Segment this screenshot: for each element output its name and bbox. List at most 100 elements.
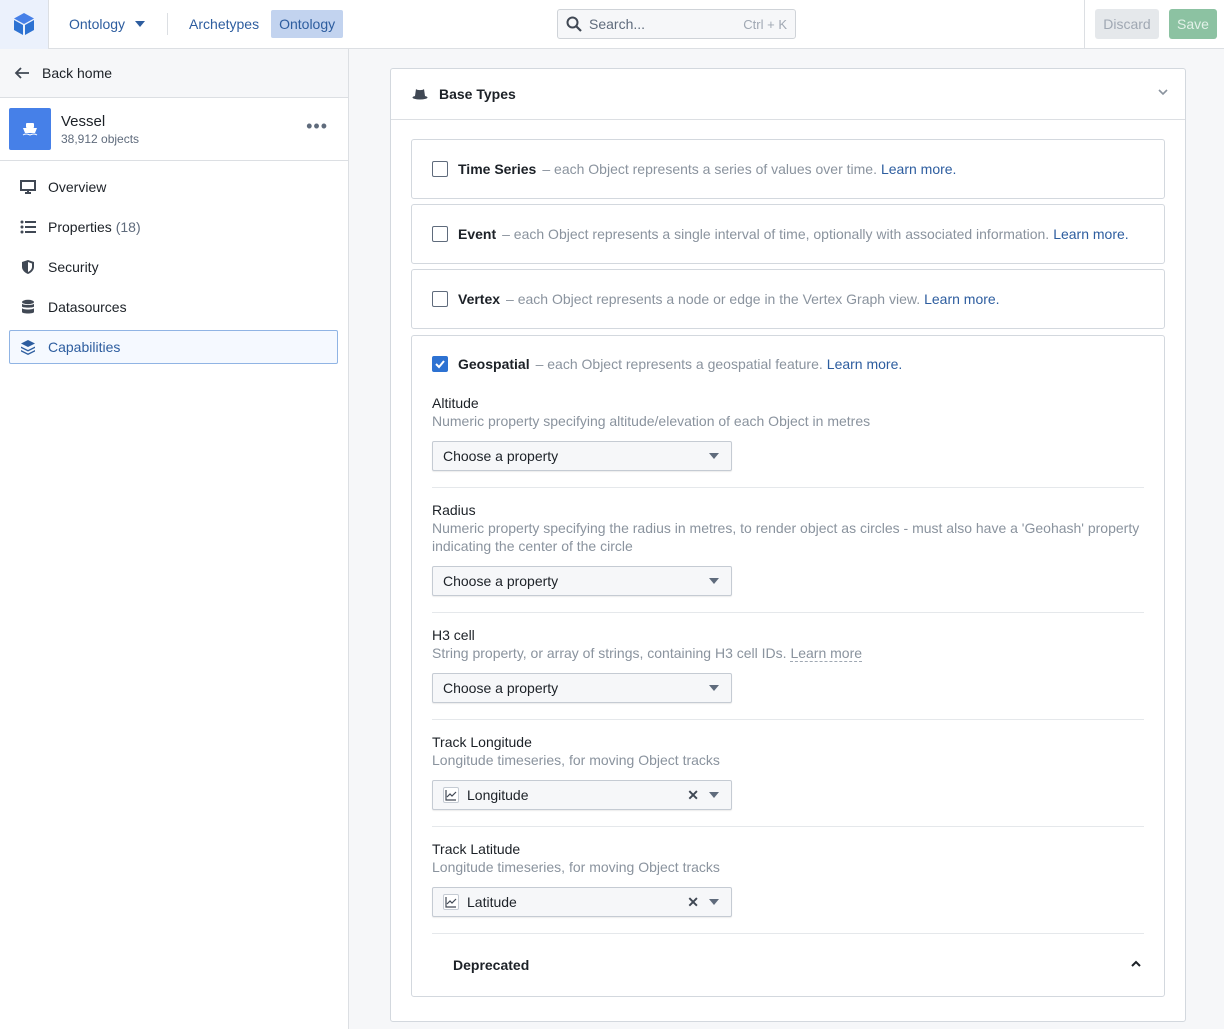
field-label: Altitude — [432, 395, 479, 411]
radius-select[interactable]: Choose a property — [432, 566, 732, 596]
caret-down-icon — [135, 21, 146, 27]
sidebar-item-overview[interactable]: Overview — [9, 170, 338, 204]
properties-count: (18) — [115, 219, 141, 235]
field-label: Track Latitude — [432, 841, 521, 857]
database-icon — [19, 298, 37, 316]
sidebar-item-label: Overview — [48, 179, 107, 195]
select-value: Latitude — [467, 894, 517, 910]
chevron-down-icon[interactable] — [1157, 86, 1169, 98]
select-value: Choose a property — [443, 573, 559, 589]
caret-down-icon — [709, 792, 719, 798]
back-home-label: Back home — [42, 65, 113, 81]
learn-more-link[interactable]: Learn more — [790, 645, 863, 662]
ontology-dropdown[interactable]: Ontology — [69, 16, 146, 32]
list-icon — [19, 218, 37, 236]
base-type-desc: – each Object represents a node or edge … — [506, 291, 921, 307]
base-types-panel: Base Types Time Series – each Object rep… — [390, 68, 1186, 1022]
chevron-up-icon — [1131, 960, 1141, 967]
sidebar-item-label: Security — [48, 259, 99, 275]
ship-icon — [22, 123, 38, 136]
learn-more-link[interactable]: Learn more. — [1053, 226, 1128, 242]
altitude-select[interactable]: Choose a property — [432, 441, 732, 471]
track-latitude-select[interactable]: Latitude ✕ — [432, 887, 732, 917]
search-placeholder: Search... — [589, 16, 646, 32]
arrow-left-icon — [14, 67, 29, 79]
base-types-header[interactable]: Base Types — [391, 69, 1185, 120]
save-button[interactable]: Save — [1169, 9, 1217, 39]
field-h3-cell: H3 cell String property, or array of str… — [432, 613, 1144, 720]
base-type-desc: – each Object represents a single interv… — [502, 226, 1050, 242]
field-desc: Longitude timeseries, for moving Object … — [432, 859, 720, 875]
base-type-name: Geospatial — [458, 356, 530, 372]
base-type-card-geospatial: Geospatial – each Object represents a ge… — [411, 335, 1165, 997]
h3-cell-select[interactable]: Choose a property — [432, 673, 732, 703]
top-bar: Ontology Archetypes Ontology Search... C… — [0, 0, 1224, 49]
select-value: Choose a property — [443, 448, 559, 464]
base-type-card-vertex: Vertex – each Object represents a node o… — [411, 269, 1165, 329]
ontology-dropdown-label: Ontology — [69, 16, 126, 32]
clear-icon[interactable]: ✕ — [687, 787, 699, 804]
desktop-icon — [19, 178, 37, 196]
divider — [1084, 0, 1085, 49]
base-type-name: Vertex — [458, 291, 501, 307]
caret-down-icon — [709, 685, 719, 691]
cube-icon — [14, 13, 34, 35]
select-value: Longitude — [467, 787, 529, 803]
field-label: Radius — [432, 502, 476, 518]
tab-ontology[interactable]: Ontology — [271, 10, 344, 38]
back-home-link[interactable]: Back home — [0, 49, 348, 98]
base-type-card-time-series: Time Series – each Object represents a s… — [411, 139, 1165, 199]
time-series-checkbox[interactable] — [432, 161, 448, 177]
divider — [167, 13, 169, 35]
clear-icon[interactable]: ✕ — [687, 894, 699, 911]
learn-more-link[interactable]: Learn more. — [881, 161, 956, 177]
sidebar-item-properties[interactable]: Properties (18) — [9, 210, 338, 244]
sidebar-item-capabilities[interactable]: Capabilities — [9, 330, 338, 364]
field-track-latitude: Track Latitude Longitude timeseries, for… — [432, 827, 1144, 934]
timeseries-icon — [443, 894, 459, 910]
deprecated-section-toggle[interactable]: Deprecated — [432, 934, 1144, 996]
object-icon — [9, 108, 51, 150]
geospatial-checkbox[interactable] — [432, 356, 448, 372]
search-shortcut: Ctrl + K — [743, 16, 787, 32]
caret-down-icon — [709, 899, 719, 905]
base-type-card-event: Event – each Object represents a single … — [411, 204, 1165, 264]
layers-icon — [19, 338, 37, 356]
vertex-checkbox[interactable] — [432, 291, 448, 307]
field-radius: Radius Numeric property specifying the r… — [432, 488, 1144, 613]
learn-more-link[interactable]: Learn more. — [827, 356, 902, 372]
search-input[interactable]: Search... Ctrl + K — [557, 9, 796, 39]
hat-icon — [412, 89, 428, 100]
check-icon — [435, 360, 445, 369]
object-header: Vessel 38,912 objects ••• — [0, 98, 348, 161]
field-altitude: Altitude Numeric property specifying alt… — [432, 392, 1144, 488]
sidebar-item-label: Datasources — [48, 299, 127, 315]
object-count: 38,912 objects — [61, 131, 140, 146]
sidebar: Back home Vessel 38,912 objects ••• Over… — [0, 49, 349, 1029]
section-title: Base Types — [439, 86, 516, 102]
select-value: Choose a property — [443, 680, 559, 696]
field-track-longitude: Track Longitude Longitude timeseries, fo… — [432, 720, 1144, 827]
field-desc: Longitude timeseries, for moving Object … — [432, 752, 720, 768]
app-logo[interactable] — [0, 0, 49, 49]
more-options-button[interactable]: ••• — [306, 116, 328, 137]
field-desc: Numeric property specifying altitude/ele… — [432, 413, 871, 429]
sidebar-item-security[interactable]: Security — [9, 250, 338, 284]
caret-down-icon — [709, 453, 719, 459]
caret-down-icon — [709, 578, 719, 584]
event-checkbox[interactable] — [432, 226, 448, 242]
field-desc: Numeric property specifying the radius i… — [432, 520, 1140, 554]
base-type-name: Event — [458, 226, 497, 242]
search-icon — [566, 16, 582, 32]
geospatial-fields: Altitude Numeric property specifying alt… — [412, 392, 1164, 996]
learn-more-link[interactable]: Learn more. — [924, 291, 999, 307]
sidebar-item-datasources[interactable]: Datasources — [9, 290, 338, 324]
base-type-desc: – each Object represents a series of val… — [542, 161, 877, 177]
base-type-desc: – each Object represents a geospatial fe… — [535, 356, 823, 372]
base-type-name: Time Series — [458, 161, 537, 177]
discard-button[interactable]: Discard — [1095, 9, 1159, 39]
tab-archetypes[interactable]: Archetypes — [181, 10, 267, 38]
sidebar-item-label: Capabilities — [48, 339, 121, 355]
object-name: Vessel — [61, 112, 106, 130]
track-longitude-select[interactable]: Longitude ✕ — [432, 780, 732, 810]
